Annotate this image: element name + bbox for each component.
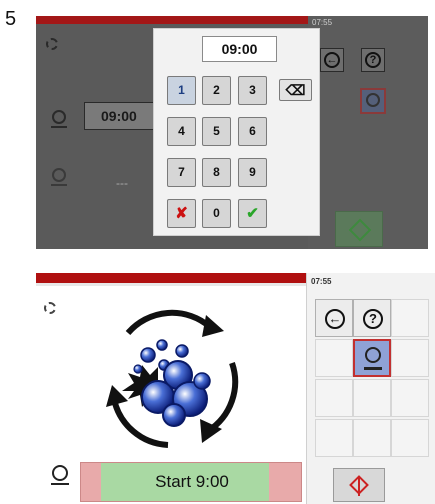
back-arrow-icon: ← xyxy=(324,52,340,68)
start-time-icon-base xyxy=(51,126,67,128)
start-time-icon xyxy=(52,110,66,124)
settings-icon[interactable] xyxy=(44,302,56,314)
step-number: 5 xyxy=(5,8,17,30)
back-arrow-icon: ← xyxy=(325,309,345,329)
timer-button[interactable] xyxy=(360,88,386,114)
key-5[interactable]: 5 xyxy=(202,117,231,146)
empty-cell xyxy=(391,379,429,417)
start-time-icon-base xyxy=(51,483,69,485)
start-time-label: Start 9:00 xyxy=(155,472,229,491)
empty-cell xyxy=(315,419,353,457)
timer-icon-base xyxy=(364,367,382,370)
end-time-field[interactable]: --- xyxy=(116,176,128,190)
start-time-icon xyxy=(52,465,68,481)
clock-display: 07:55 xyxy=(312,18,333,27)
timer-icon xyxy=(365,347,381,363)
empty-cell xyxy=(315,379,353,417)
numeric-keypad: 09:00 1 2 3 ⌫ 4 5 6 7 8 9 ✘ 0 ✔ xyxy=(153,28,320,236)
side-panel: 07:55 ← ? xyxy=(308,16,428,249)
back-button[interactable]: ← xyxy=(315,299,353,337)
key-0[interactable]: 0 xyxy=(202,199,231,228)
timer-button[interactable] xyxy=(353,339,391,377)
cancel-key[interactable]: ✘ xyxy=(167,199,196,228)
empty-cell xyxy=(391,419,429,457)
empty-cell xyxy=(353,379,391,417)
start-button[interactable] xyxy=(335,211,383,247)
settings-icon[interactable] xyxy=(46,38,58,50)
key-1[interactable]: 1 xyxy=(167,76,196,105)
start-time-display[interactable]: Start 9:00 xyxy=(80,462,302,502)
program-screen: Start 9:00 07:55 ← ? xyxy=(36,273,435,504)
confirm-key[interactable]: ✔ xyxy=(238,199,267,228)
start-diamond-icon xyxy=(348,218,372,242)
key-8[interactable]: 8 xyxy=(202,158,231,187)
status-bar-shadow xyxy=(36,283,306,286)
clock-display: 07:55 xyxy=(311,277,332,286)
wash-cycle-icon xyxy=(106,309,239,448)
key-3[interactable]: 3 xyxy=(238,76,267,105)
key-9[interactable]: 9 xyxy=(238,158,267,187)
key-4[interactable]: 4 xyxy=(167,117,196,146)
empty-cell xyxy=(391,339,429,377)
empty-cell xyxy=(353,419,391,457)
empty-cell xyxy=(391,299,429,337)
key-2[interactable]: 2 xyxy=(202,76,231,105)
backspace-key[interactable]: ⌫ xyxy=(279,79,312,101)
start-bar-icon xyxy=(358,476,360,496)
help-button[interactable]: ? xyxy=(353,299,391,337)
key-7[interactable]: 7 xyxy=(167,158,196,187)
status-bar xyxy=(36,16,308,24)
end-time-icon xyxy=(52,168,66,182)
empty-cell xyxy=(315,339,353,377)
timer-icon xyxy=(366,93,380,107)
keypad-display: 09:00 xyxy=(202,36,277,62)
status-bar xyxy=(36,273,306,283)
help-icon: ? xyxy=(363,309,383,329)
end-time-icon-base xyxy=(51,184,67,186)
help-button[interactable]: ? xyxy=(361,48,385,72)
help-icon: ? xyxy=(365,52,381,68)
start-button[interactable] xyxy=(333,468,385,502)
key-6[interactable]: 6 xyxy=(238,117,267,146)
back-button[interactable]: ← xyxy=(320,48,344,72)
